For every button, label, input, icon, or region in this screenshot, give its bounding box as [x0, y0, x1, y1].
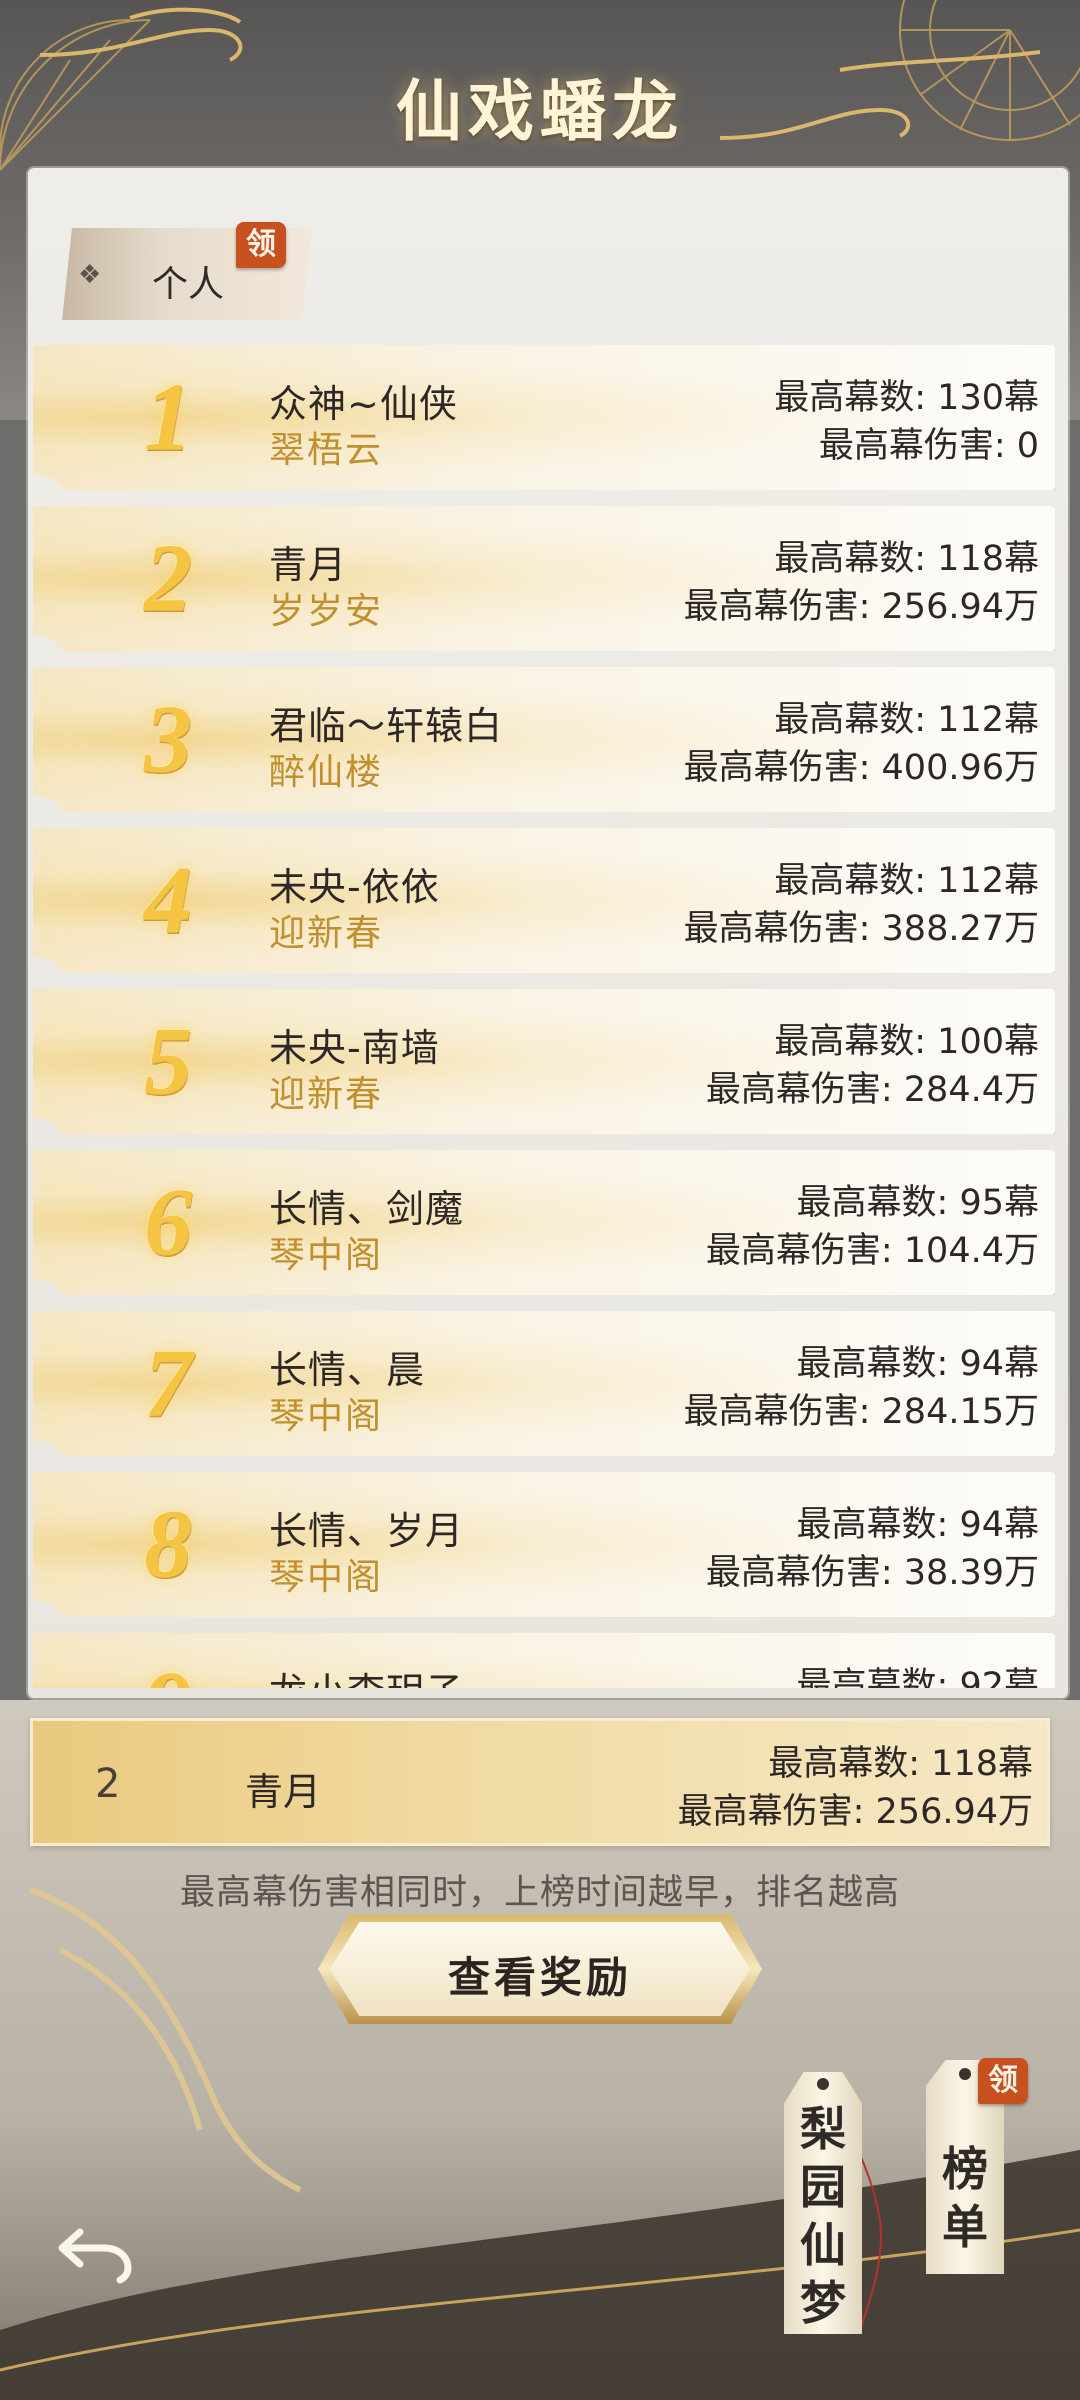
- tag-strings: [822, 2063, 995, 2331]
- tag-liyuan-xianmeng-label: 梨园仙梦: [800, 2102, 846, 2330]
- tag-hole: [959, 2068, 971, 2080]
- tag-leaderboard-label: 榜单: [942, 2142, 988, 2254]
- back-arrow-icon[interactable]: [56, 2222, 134, 2284]
- tag-hole: [817, 2078, 829, 2090]
- claim-badge: 领: [978, 2058, 1028, 2104]
